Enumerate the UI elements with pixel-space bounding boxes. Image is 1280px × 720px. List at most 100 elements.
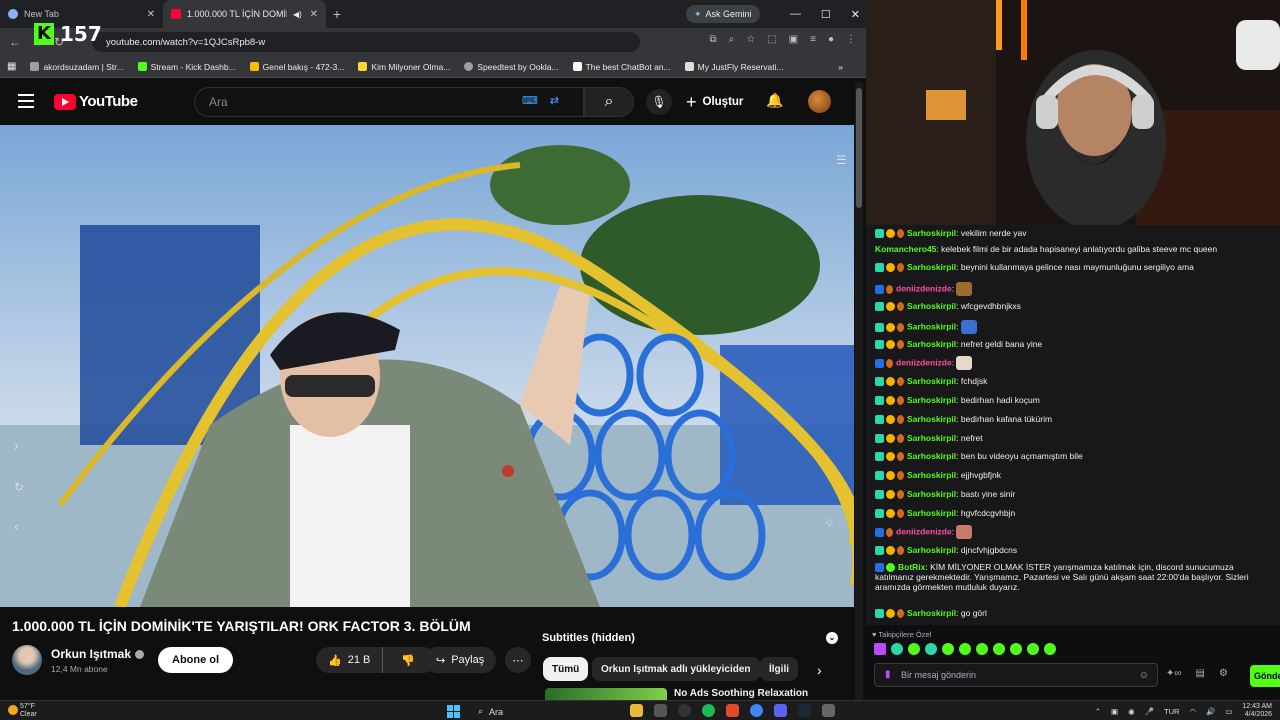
expand-icon[interactable]: ⬦ <box>826 517 833 528</box>
emote-button[interactable] <box>874 643 886 655</box>
scrollbar-thumb[interactable] <box>856 88 862 208</box>
tab-youtube[interactable]: 1.000.000 TL İÇİN DOMİNİK ◀) ✕ <box>163 0 326 28</box>
maximize-icon[interactable]: ☐ <box>821 8 831 21</box>
chat-username[interactable]: Sarhoskirpil <box>907 433 956 443</box>
app-icon[interactable] <box>822 704 835 717</box>
subscribe-button[interactable]: Abone ol <box>158 647 234 673</box>
dislike-button[interactable]: 👎 <box>389 654 427 667</box>
page-scrollbar[interactable] <box>855 82 863 700</box>
minimize-icon[interactable]: — <box>790 8 801 20</box>
microphone-icon[interactable]: 🎤 <box>1145 707 1154 716</box>
chat-username[interactable]: Sarhoskirpil <box>907 301 956 311</box>
emote-button[interactable] <box>1027 643 1039 655</box>
volume-icon[interactable]: 🔊 <box>1206 707 1215 716</box>
send-button[interactable]: Gönder <box>1250 665 1280 687</box>
chat-username[interactable]: BotRix <box>898 562 925 572</box>
youtube-logo[interactable]: YouTube <box>54 93 138 110</box>
battery-icon[interactable]: ▭ <box>1225 707 1232 716</box>
url-input[interactable]: youtube.com/watch?v=1QJCsRpb8-w <box>92 32 640 52</box>
spotify-icon[interactable] <box>702 704 715 717</box>
chevron-right-icon[interactable]: › <box>817 662 822 678</box>
chat-username[interactable]: Sarhoskirpil <box>907 608 956 618</box>
chrome-icon[interactable] <box>750 704 763 717</box>
close-tab-icon[interactable]: ✕ <box>310 9 318 20</box>
chip-all[interactable]: Tümü <box>543 657 589 681</box>
emoji-icon[interactable]: ☺ <box>1139 670 1149 681</box>
clock[interactable]: 12:43 AM 4/4/2026 <box>1242 703 1272 719</box>
keyboard-icon[interactable]: ⌨ <box>522 94 538 107</box>
chat-message-input[interactable]: ▮ Bir mesaj gönderin ☺ <box>874 663 1158 687</box>
start-windows-icon[interactable] <box>447 705 460 718</box>
chip-related[interactable]: İlgili <box>760 657 798 681</box>
chat-username[interactable]: Sarhoskirpil <box>907 376 956 386</box>
downloads-icon[interactable]: ≡ <box>810 34 816 45</box>
bookmarks-overflow-icon[interactable]: » <box>831 62 850 72</box>
menu-icon[interactable]: ⋮ <box>846 34 856 45</box>
translate-icon[interactable]: ⇄ <box>550 94 559 107</box>
search-button[interactable]: ⌕ <box>584 87 634 117</box>
bookmark-item[interactable]: akordsuzadam | Str... <box>23 62 130 72</box>
points-icon[interactable]: ✦∞ <box>1166 668 1182 679</box>
settings-gear-icon[interactable]: ⚙ <box>1219 668 1228 679</box>
apps-icon[interactable]: ▦ <box>0 61 23 72</box>
app-icon[interactable] <box>726 704 739 717</box>
bookmark-item[interactable]: Genel bakış - 472-3... <box>243 62 352 72</box>
new-tab-button[interactable]: + <box>326 6 348 22</box>
video-player[interactable]: › ↻ ‹ ☰ ⬦ <box>0 125 854 607</box>
weather-icon[interactable] <box>8 705 18 715</box>
chat-username[interactable]: Sarhoskirpil <box>907 470 956 480</box>
audio-icon[interactable]: ◀) <box>293 10 302 19</box>
emote-button[interactable] <box>976 643 988 655</box>
terminal-icon[interactable] <box>654 704 667 717</box>
file-explorer-icon[interactable] <box>630 704 643 717</box>
replay-icon[interactable]: ↻ <box>14 480 24 494</box>
weather-widget[interactable]: 57°F Clear <box>20 703 37 719</box>
recommended-title[interactable]: No Ads Soothing Relaxation <box>674 688 808 700</box>
previous-arrow-icon[interactable]: › <box>14 437 19 453</box>
chat-username[interactable]: Sarhoskirpil <box>907 451 956 461</box>
tray-overflow-icon[interactable]: ⌃ <box>1095 707 1101 716</box>
emote-button[interactable] <box>959 643 971 655</box>
chat-username[interactable]: deniizdenizde <box>896 283 952 293</box>
extensions-icon[interactable]: ⬚ <box>767 34 776 45</box>
emote-button[interactable] <box>1010 643 1022 655</box>
install-icon[interactable]: ⧉ <box>709 34 716 45</box>
emote-button[interactable] <box>891 643 903 655</box>
sidepanel-icon[interactable]: ▣ <box>789 34 798 45</box>
back-arrow-icon[interactable]: ‹ <box>14 518 19 534</box>
chat-username[interactable]: deniizdenizde <box>896 526 952 536</box>
bookmark-item[interactable]: Kim Milyoner Olma... <box>351 62 457 72</box>
steam-icon[interactable] <box>678 704 691 717</box>
taskbar-search[interactable]: ⌕ Ara <box>478 704 628 719</box>
chat-username[interactable]: Sarhoskirpil <box>907 508 956 518</box>
playlist-icon[interactable]: ☰ <box>836 153 847 167</box>
zoom-icon[interactable]: ⌕ <box>729 34 735 45</box>
bookmark-item[interactable]: The best ChatBot an... <box>566 62 678 72</box>
emote-button[interactable] <box>1044 643 1056 655</box>
chat-username[interactable]: Sarhoskirpil <box>907 228 956 238</box>
account-avatar[interactable] <box>808 90 831 113</box>
chat-username[interactable]: Sarhoskirpil <box>907 321 956 331</box>
notifications-bell-icon[interactable]: 🔔 <box>766 92 783 109</box>
recommended-thumbnail[interactable] <box>545 688 667 700</box>
like-button[interactable]: 👍 21 B <box>316 647 384 673</box>
voice-search-button[interactable]: 🎙 <box>646 89 672 115</box>
emote-button[interactable] <box>925 643 937 655</box>
more-actions-button[interactable]: ⋯ <box>505 647 531 673</box>
chat-username[interactable]: Sarhoskirpil <box>907 414 956 424</box>
chat-username[interactable]: Sarhoskirpil <box>907 262 956 272</box>
emote-button[interactable] <box>993 643 1005 655</box>
tray-app-icon[interactable]: ◉ <box>1128 707 1135 716</box>
back-icon[interactable]: ← <box>4 35 26 49</box>
ask-gemini-button[interactable]: ✦ Ask Gemini <box>686 5 760 23</box>
hamburger-menu-icon[interactable] <box>18 94 34 112</box>
bookmark-star-icon[interactable]: ☆ <box>746 34 755 45</box>
bookmark-item[interactable]: Stream - Kick Dashb... <box>131 62 243 72</box>
chat-username[interactable]: Sarhoskirpil <box>907 339 956 349</box>
tray-app-icon[interactable]: ▣ <box>1111 707 1118 716</box>
app-icon[interactable] <box>798 704 811 717</box>
subtitles-panel-header[interactable]: Subtitles (hidden) ⌄ <box>542 627 838 649</box>
language-indicator[interactable]: TUR <box>1164 707 1179 716</box>
emote-button[interactable] <box>942 643 954 655</box>
chat-username[interactable]: Komanchero45 <box>875 244 936 254</box>
